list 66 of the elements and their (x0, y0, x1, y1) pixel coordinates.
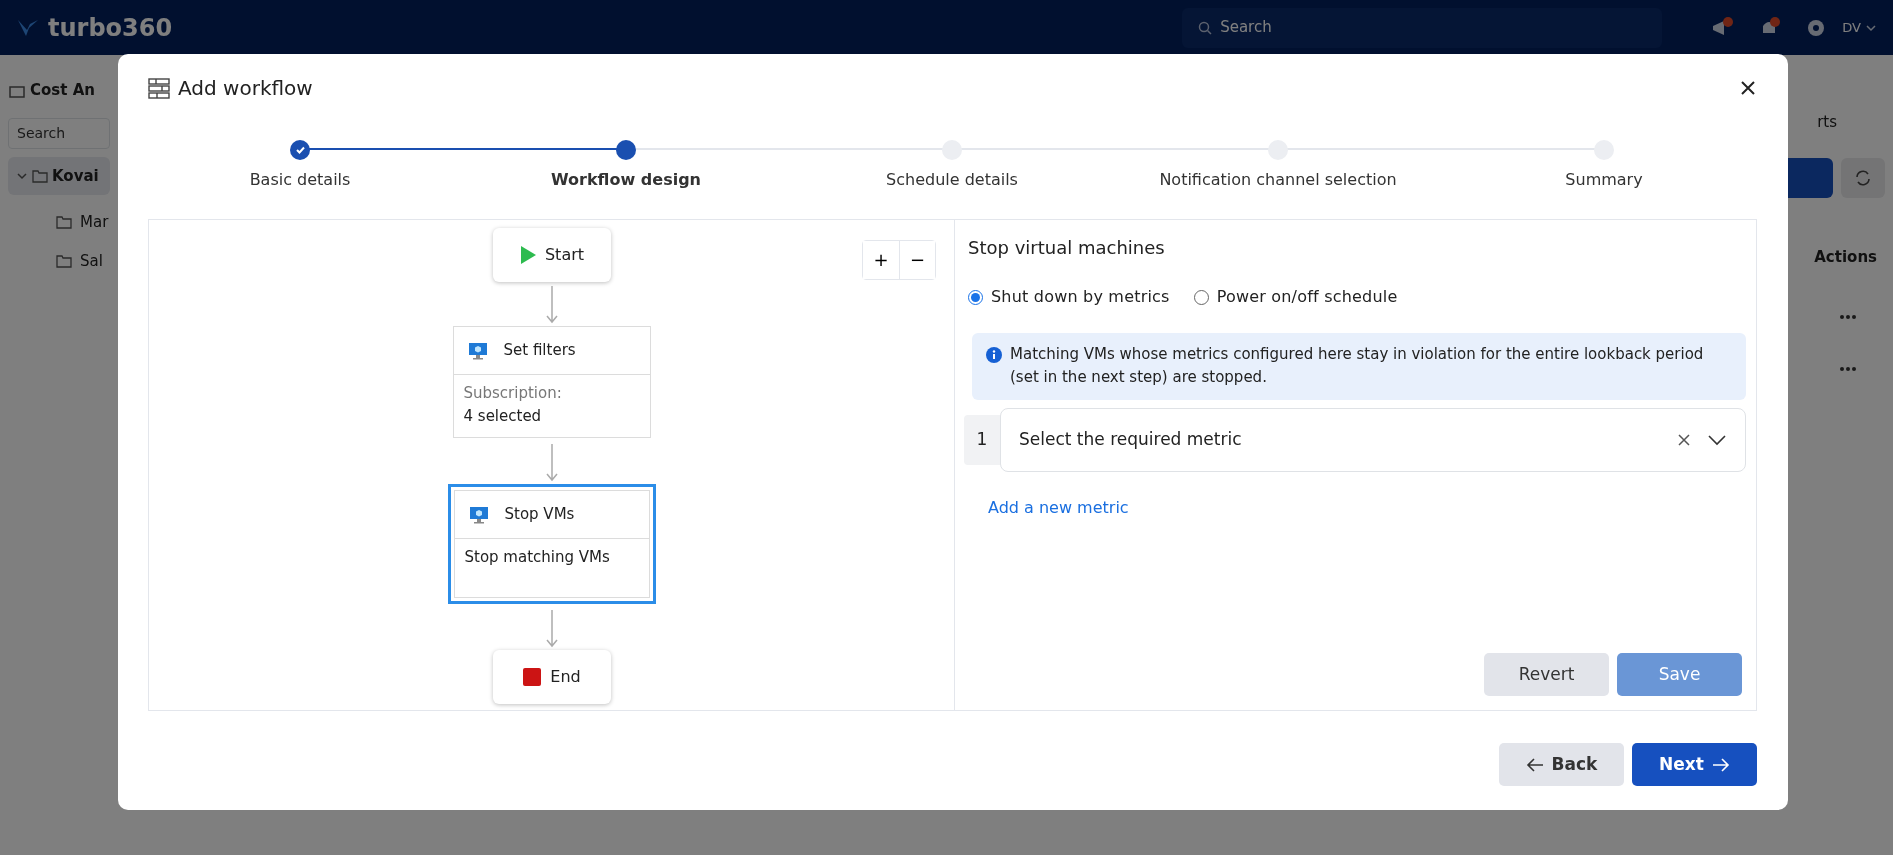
step-label[interactable]: Workflow design (463, 168, 789, 192)
monitor-icon (468, 505, 489, 524)
tab-label[interactable]: rts (1817, 103, 1837, 134)
workflow-node[interactable]: Stop VMs Stop matching VMs (453, 490, 650, 598)
step-indicator[interactable] (290, 140, 310, 160)
step-label[interactable]: Summary (1441, 168, 1767, 192)
back-button[interactable]: Back (1499, 743, 1624, 786)
step-indicator[interactable] (616, 140, 636, 160)
step-label[interactable]: Schedule details (789, 168, 1115, 192)
step-label[interactable]: Notification channel selection (1115, 168, 1441, 192)
zoom-out-button[interactable]: − (899, 241, 935, 279)
node-title: Stop VMs (504, 504, 575, 526)
add-metric-link[interactable]: Add a new metric (964, 495, 1129, 520)
check-icon (294, 144, 306, 156)
arrow-right-icon (1711, 756, 1730, 773)
node-value: Stop matching VMs (464, 547, 611, 568)
play-icon (518, 245, 537, 265)
radio-label: Shut down by metrics (991, 286, 1170, 308)
select-placeholder: Select the required metric (1019, 427, 1243, 451)
close-icon (1740, 80, 1756, 96)
row-number: 1 (964, 414, 1000, 465)
node-value: 4 selected (463, 405, 543, 427)
dialog-title: Add workflow (178, 75, 313, 102)
info-message: Matching VMs whose metrics configured here stay in violation for the entire lookback period (set in the next step) are stopped. (1010, 344, 1705, 389)
workflow-icon (148, 77, 170, 99)
more-icon[interactable] (1839, 366, 1857, 372)
search-field[interactable]: Search (8, 117, 110, 149)
radio-option[interactable]: Power on/off schedule (1193, 285, 1398, 309)
folder-icon (32, 167, 48, 184)
info-icon (986, 347, 1002, 363)
metric-select[interactable]: Select the required metric (1000, 407, 1746, 472)
tree-item[interactable]: Kovai (8, 156, 110, 195)
logo-text: turbo360 (48, 12, 173, 44)
next-button[interactable]: Next (1632, 743, 1757, 786)
node-field-label: Subscription: (463, 383, 563, 404)
search-icon (1198, 20, 1213, 35)
more-icon[interactable] (1839, 314, 1857, 320)
node-title: Set filters (503, 340, 576, 362)
folder-icon (56, 252, 72, 269)
panel-title: Stop virtual machines (967, 236, 1166, 260)
node-label: Start (544, 244, 585, 266)
tree-item[interactable]: Mar (8, 211, 110, 234)
tree-item[interactable]: Sal (8, 249, 110, 272)
arrow-left-icon (1525, 756, 1544, 773)
close-button[interactable] (1739, 79, 1757, 97)
workflow-node[interactable]: Set filters Subscription: 4 selected (452, 326, 651, 438)
settings-icon[interactable] (1806, 17, 1827, 38)
radio-option[interactable]: Shut down by metrics (968, 285, 1170, 309)
revert-button[interactable]: Revert (1484, 653, 1609, 696)
start-node[interactable]: Start (492, 228, 611, 282)
sidebar-title: Cost An (30, 80, 95, 101)
search-field[interactable]: Search (1182, 7, 1663, 48)
stop-icon (522, 667, 543, 687)
monitor-icon (467, 341, 488, 360)
radio-label: Power on/off schedule (1216, 286, 1398, 308)
user-initials[interactable]: DV (1842, 17, 1861, 38)
folder-icon (56, 214, 72, 231)
search-placeholder: Search (1220, 17, 1272, 39)
end-node[interactable]: End (492, 650, 611, 704)
table-header: Actions (1814, 246, 1877, 268)
clear-icon[interactable] (1677, 432, 1691, 447)
refresh-icon (1853, 167, 1873, 188)
refresh-button[interactable] (1841, 157, 1885, 198)
step-label[interactable]: Basic details (137, 168, 463, 192)
node-label: End (550, 666, 581, 688)
chevron-down-icon (1707, 432, 1727, 447)
